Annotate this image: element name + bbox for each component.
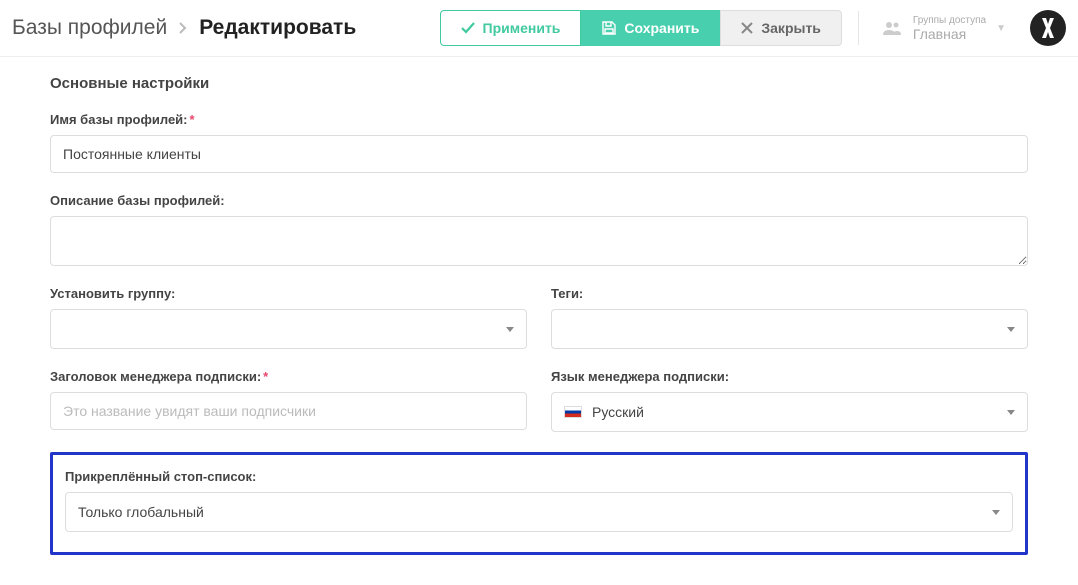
breadcrumb-current: Редактировать <box>199 16 356 40</box>
description-textarea[interactable] <box>50 216 1028 266</box>
caret-down-icon <box>1007 410 1015 415</box>
save-button[interactable]: Сохранить <box>581 10 720 46</box>
tags-select[interactable] <box>551 309 1028 349</box>
caret-down-icon: ▼ <box>996 23 1006 34</box>
users-icon <box>881 20 903 36</box>
stoplist-label: Прикреплённый стоп-список: <box>65 469 1013 484</box>
stoplist-select[interactable]: Только глобальный <box>65 492 1013 532</box>
access-group-selector[interactable]: Группы доступа Главная ▼ <box>875 15 1012 42</box>
caret-down-icon <box>992 510 1000 515</box>
avatar[interactable] <box>1030 10 1066 46</box>
caret-down-icon <box>1007 327 1015 332</box>
name-label: Имя базы профилей:* <box>50 112 1028 127</box>
save-label: Сохранить <box>624 20 699 36</box>
manager-title-label: Заголовок менеджера подписки:* <box>50 369 527 384</box>
save-icon <box>602 21 616 35</box>
action-buttons: Применить Сохранить Закрыть <box>440 10 842 46</box>
check-icon <box>461 22 475 34</box>
required-marker: * <box>190 112 195 127</box>
close-button[interactable]: Закрыть <box>720 10 842 46</box>
close-label: Закрыть <box>761 20 821 36</box>
manager-lang-select[interactable]: Русский <box>551 392 1028 432</box>
manager-lang-label: Язык менеджера подписки: <box>551 369 1028 384</box>
stoplist-value: Только глобальный <box>78 504 204 520</box>
manager-lang-value: Русский <box>564 404 644 420</box>
header: Базы профилей Редактировать Применить Со… <box>0 0 1078 57</box>
breadcrumb: Базы профилей Редактировать <box>12 16 356 40</box>
group-select[interactable] <box>50 309 527 349</box>
section-title: Основные настройки <box>50 75 1028 92</box>
access-group-label: Группы доступа <box>913 15 986 26</box>
name-input[interactable] <box>50 135 1028 173</box>
required-marker: * <box>263 369 268 384</box>
breadcrumb-parent[interactable]: Базы профилей <box>12 16 167 40</box>
content: Основные настройки Имя базы профилей:* О… <box>0 57 1078 585</box>
access-group-value: Главная <box>913 26 986 42</box>
close-icon <box>741 22 753 34</box>
stoplist-highlight: Прикреплённый стоп-список: Только глобал… <box>50 452 1028 555</box>
chevron-right-icon <box>179 22 187 34</box>
group-label: Установить группу: <box>50 286 527 301</box>
apply-label: Применить <box>483 20 561 36</box>
manager-title-input[interactable] <box>50 392 527 430</box>
apply-button[interactable]: Применить <box>440 10 582 46</box>
divider <box>858 11 859 45</box>
flag-ru-icon <box>564 406 582 418</box>
tags-label: Теги: <box>551 286 1028 301</box>
description-label: Описание базы профилей: <box>50 193 1028 208</box>
caret-down-icon <box>506 327 514 332</box>
